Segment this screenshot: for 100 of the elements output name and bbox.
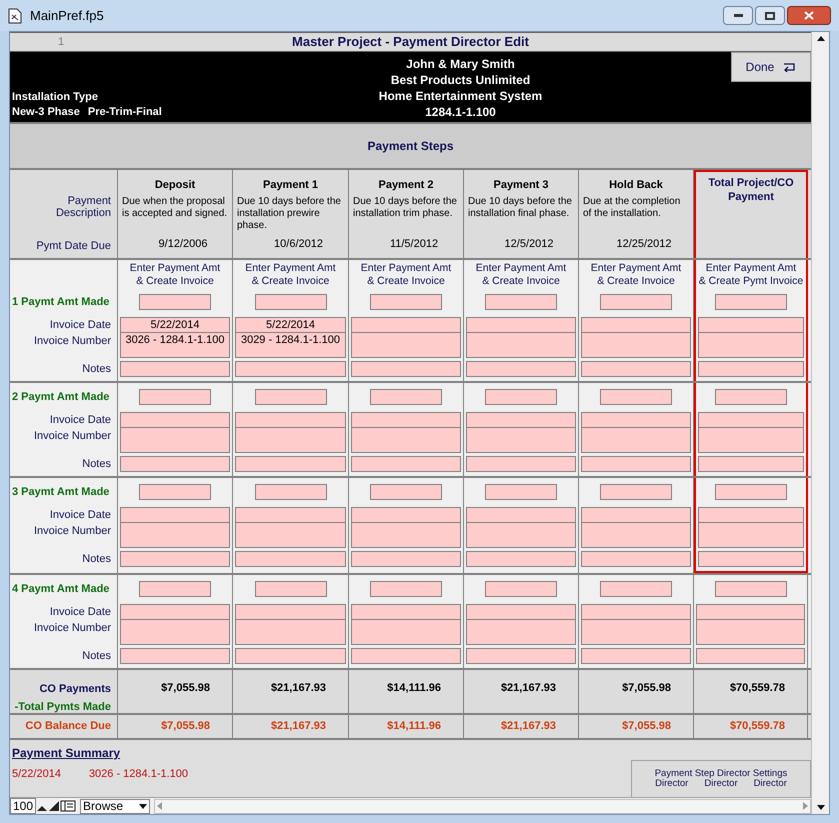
invoice-date-field[interactable]	[466, 317, 576, 333]
invoice-number-field[interactable]	[351, 333, 461, 358]
zoom-in-icon[interactable]	[48, 800, 60, 812]
payment-amount-field[interactable]	[485, 294, 557, 310]
invoice-date-field[interactable]	[466, 604, 576, 620]
horizontal-scrollbar[interactable]	[154, 798, 811, 814]
invoice-number-field[interactable]	[581, 333, 691, 358]
invoice-number-field[interactable]	[466, 428, 576, 453]
invoice-number-field[interactable]	[581, 428, 691, 453]
invoice-date-field[interactable]	[466, 507, 576, 523]
invoice-date-field[interactable]	[698, 507, 804, 523]
notes-field[interactable]	[120, 361, 230, 377]
notes-field[interactable]	[351, 456, 461, 472]
invoice-number-field[interactable]	[120, 523, 230, 548]
notes-field[interactable]	[351, 361, 461, 377]
notes-field[interactable]	[466, 361, 576, 377]
payment-amount-field[interactable]	[485, 389, 557, 405]
payment-amount-field[interactable]	[254, 581, 326, 597]
layout-icon[interactable]	[60, 800, 76, 812]
invoice-date-field[interactable]	[351, 317, 461, 333]
invoice-number-field[interactable]	[351, 620, 461, 645]
payment-amount-field[interactable]	[600, 581, 672, 597]
payment-amount-field[interactable]	[600, 389, 672, 405]
invoice-date-field[interactable]	[698, 412, 804, 428]
invoice-number-field[interactable]	[120, 428, 230, 453]
invoice-date-field[interactable]	[351, 507, 461, 523]
payment-amount-field[interactable]	[370, 581, 442, 597]
notes-field[interactable]	[235, 551, 346, 567]
invoice-number-field[interactable]	[351, 523, 461, 548]
notes-field[interactable]	[466, 648, 576, 664]
invoice-date-field[interactable]	[351, 604, 461, 620]
invoice-date-field[interactable]	[581, 604, 691, 620]
enter-payment-link[interactable]: Enter Payment Amt & Create Invoice	[476, 262, 566, 288]
payment-amount-field[interactable]	[254, 484, 326, 500]
notes-field[interactable]	[581, 361, 691, 377]
invoice-date-field[interactable]	[581, 317, 691, 333]
notes-field[interactable]	[351, 551, 461, 567]
enter-payment-link[interactable]: Enter Payment Amt & Create Pymt Invoice	[698, 262, 804, 288]
payment-amount-field[interactable]	[370, 294, 442, 310]
notes-field[interactable]	[120, 456, 230, 472]
invoice-date-field[interactable]	[120, 604, 230, 620]
notes-field[interactable]	[466, 456, 576, 472]
payment-amount-field[interactable]	[714, 581, 786, 597]
invoice-number-field[interactable]	[351, 428, 461, 453]
payment-amount-field[interactable]	[370, 389, 442, 405]
enter-payment-link[interactable]: Enter Payment Amt & Create Invoice	[590, 262, 682, 288]
notes-field[interactable]	[235, 456, 346, 472]
invoice-number-field[interactable]	[581, 523, 691, 548]
invoice-number-field[interactable]	[581, 620, 691, 645]
notes-field[interactable]	[696, 648, 805, 664]
close-button[interactable]	[787, 6, 831, 25]
notes-field[interactable]	[698, 551, 804, 567]
enter-payment-link[interactable]: Enter Payment Amt & Create Invoice	[245, 262, 336, 288]
director-link[interactable]: Director	[655, 779, 688, 789]
notes-field[interactable]	[698, 361, 804, 377]
maximize-button[interactable]	[755, 6, 785, 25]
notes-field[interactable]	[581, 456, 691, 472]
invoice-number-field[interactable]: 3026 - 1284.1-1.100	[120, 333, 230, 358]
payment-summary-link[interactable]: Payment Summary	[12, 744, 188, 762]
invoice-number-field[interactable]	[698, 523, 804, 548]
invoice-date-field[interactable]	[120, 507, 230, 523]
notes-field[interactable]	[351, 648, 461, 664]
payment-amount-field[interactable]	[370, 484, 442, 500]
zoom-level[interactable]: 100	[10, 798, 36, 814]
invoice-date-field[interactable]	[581, 507, 691, 523]
payment-amount-field[interactable]	[254, 294, 326, 310]
invoice-number-field[interactable]: 3029 - 1284.1-1.100	[235, 333, 346, 358]
notes-field[interactable]	[120, 648, 230, 664]
director-link[interactable]: Director	[754, 779, 787, 789]
invoice-date-field[interactable]: 5/22/2014	[120, 317, 230, 333]
notes-field[interactable]	[581, 648, 691, 664]
enter-payment-link[interactable]: Enter Payment Amt & Create Invoice	[130, 262, 220, 288]
payment-amount-field[interactable]	[139, 389, 211, 405]
notes-field[interactable]	[235, 361, 346, 377]
notes-field[interactable]	[466, 551, 576, 567]
invoice-number-field[interactable]	[696, 620, 805, 645]
enter-payment-link[interactable]: Enter Payment Amt & Create Invoice	[360, 262, 452, 288]
invoice-date-field[interactable]	[696, 604, 805, 620]
payment-amount-field[interactable]	[139, 484, 211, 500]
payment-amount-field[interactable]	[715, 294, 787, 310]
invoice-number-field[interactable]	[466, 333, 576, 358]
invoice-number-field[interactable]	[120, 620, 230, 645]
invoice-number-field[interactable]	[466, 523, 576, 548]
invoice-number-field[interactable]	[235, 428, 346, 453]
invoice-number-field[interactable]	[698, 333, 804, 358]
payment-amount-field[interactable]	[485, 581, 557, 597]
payment-amount-field[interactable]	[485, 484, 557, 500]
invoice-date-field[interactable]	[466, 412, 576, 428]
mode-dropdown[interactable]: Browse	[80, 798, 150, 814]
invoice-date-field[interactable]	[351, 412, 461, 428]
invoice-date-field[interactable]: 5/22/2014	[235, 317, 346, 333]
payment-amount-field[interactable]	[139, 581, 211, 597]
payment-amount-field[interactable]	[600, 484, 672, 500]
invoice-date-field[interactable]	[120, 412, 230, 428]
notes-field[interactable]	[581, 551, 691, 567]
invoice-date-field[interactable]	[235, 604, 346, 620]
payment-amount-field[interactable]	[254, 389, 326, 405]
invoice-number-field[interactable]	[698, 428, 804, 453]
vertical-scrollbar[interactable]	[811, 32, 829, 814]
payment-amount-field[interactable]	[715, 389, 787, 405]
